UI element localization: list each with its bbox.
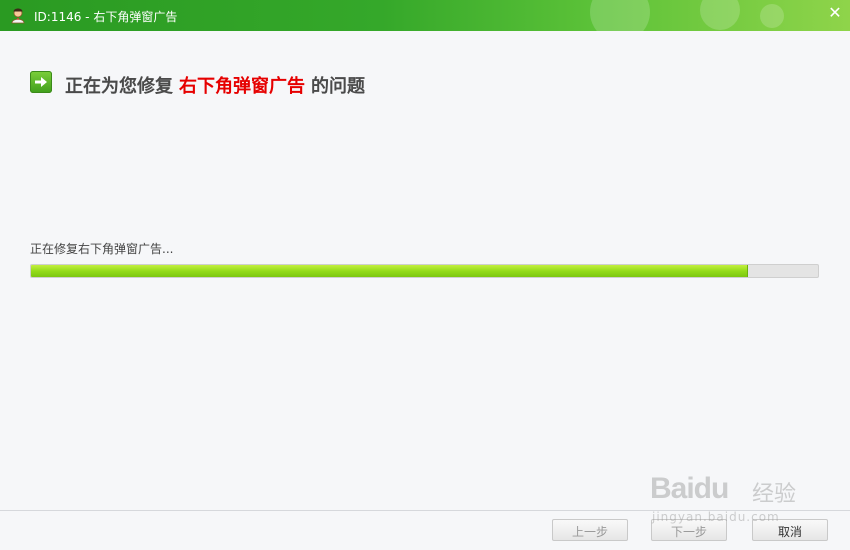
arrow-right-icon bbox=[30, 71, 52, 93]
heading-prefix: 正在为您修复 bbox=[65, 76, 173, 97]
heading-suffix: 的问题 bbox=[311, 76, 365, 97]
footer-divider bbox=[0, 510, 850, 511]
watermark-logo: Baidu bbox=[650, 472, 729, 505]
user-avatar-icon bbox=[9, 6, 27, 24]
progress-status-text: 正在修复右下角弹窗广告... bbox=[30, 242, 174, 256]
heading-highlight: 右下角弹窗广告 bbox=[179, 76, 305, 97]
next-button[interactable]: 下一步 bbox=[651, 519, 727, 541]
heading-text: 正在为您修复 右下角弹窗广告 的问题 bbox=[65, 72, 365, 98]
titlebar-decoration bbox=[700, 0, 740, 30]
titlebar-decoration bbox=[590, 0, 650, 31]
titlebar-decoration bbox=[760, 4, 784, 28]
progress-bar-fill bbox=[31, 265, 749, 277]
window-title: ID:1146 - 右下角弹窗广告 bbox=[34, 10, 178, 24]
title-bar: ID:1146 - 右下角弹窗广告 ✕ bbox=[0, 0, 850, 31]
watermark-text: 经验 bbox=[752, 482, 797, 507]
previous-button[interactable]: 上一步 bbox=[552, 519, 628, 541]
cancel-button[interactable]: 取消 bbox=[752, 519, 828, 541]
progress-bar bbox=[30, 264, 819, 278]
close-button[interactable]: ✕ bbox=[820, 0, 850, 28]
